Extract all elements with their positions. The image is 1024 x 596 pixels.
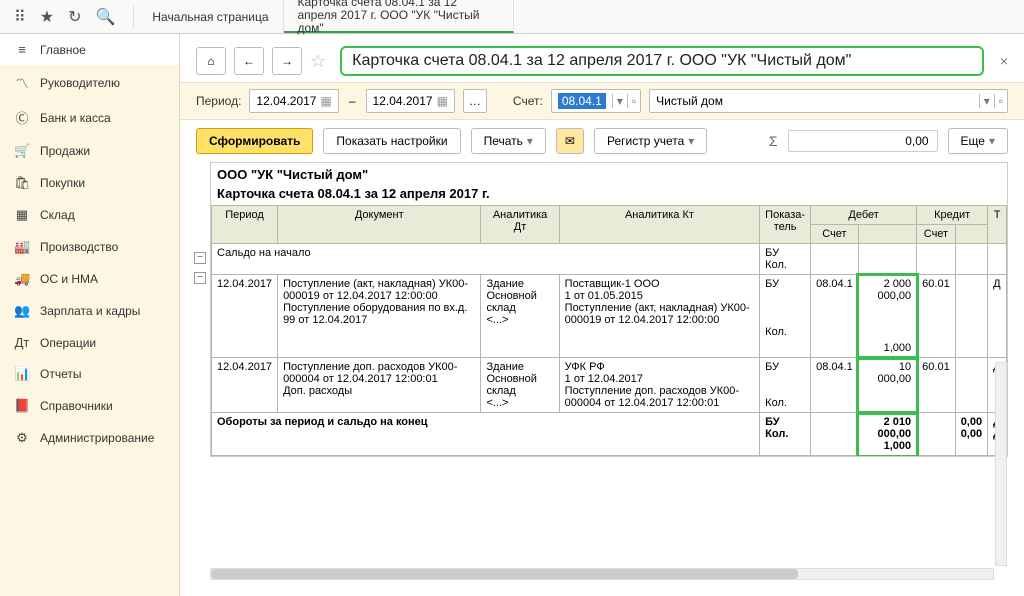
tab-label: Начальная страница [152, 10, 268, 24]
more-button[interactable]: Еще▾ [948, 128, 1008, 154]
bag-icon: 🛍 [14, 175, 30, 191]
report-org: ООО "УК "Чистый дом" [211, 163, 1007, 186]
date-to-field[interactable]: 12.04.2017▦ [366, 89, 455, 113]
back-button[interactable]: ← [234, 47, 264, 75]
col-debit: Дебет [811, 206, 917, 225]
chevron-down-icon: ▾ [989, 134, 995, 148]
account-name-select[interactable]: Чистый дом▾▫ [649, 89, 1008, 113]
star-icon[interactable]: ★ [40, 7, 54, 27]
home-button[interactable]: ⌂ [196, 47, 226, 75]
sidebar-item-payroll[interactable]: 👥 Зарплата и кадры [0, 295, 179, 327]
chevron-down-icon: ▾ [527, 134, 533, 148]
scrollbar-horizontal[interactable] [210, 568, 994, 580]
sidebar-item-label: Руководителю [40, 76, 120, 90]
close-button[interactable]: × [1000, 53, 1008, 69]
table-row: 12.04.2017 Поступление (акт, накладная) … [212, 275, 1007, 358]
open-icon[interactable]: ▫ [627, 94, 640, 108]
show-settings-button[interactable]: Показать настройки [323, 128, 460, 154]
sidebar-item-label: Покупки [40, 176, 85, 190]
col-an-kt: Аналитика Кт [559, 206, 760, 244]
sidebar: ≡ Главное 〽 Руководителю Ⓒ Банк и касса 🛒 Пр… [0, 34, 180, 596]
sidebar-item-label: Зарплата и кадры [40, 304, 140, 318]
book-icon: 📕 [14, 398, 30, 414]
open-icon[interactable]: ▫ [994, 94, 1007, 108]
favorite-icon[interactable]: ☆ [310, 51, 326, 72]
date-from-field[interactable]: 12.04.2017▦ [249, 89, 338, 113]
generate-button[interactable]: Сформировать [196, 128, 313, 154]
history-icon[interactable]: ↻ [68, 7, 81, 27]
page-title: Карточка счета 08.04.1 за 12 апреля 2017… [340, 46, 984, 76]
sidebar-item-label: Продажи [40, 144, 90, 158]
apps-icon[interactable]: ⠿ [14, 7, 26, 27]
sidebar-item-warehouse[interactable]: ▦ Склад [0, 199, 179, 231]
sidebar-item-assets[interactable]: 🚚 ОС и НМА [0, 263, 179, 295]
chevron-down-icon[interactable]: ▾ [979, 94, 994, 108]
collapse-icon[interactable]: − [194, 252, 206, 264]
sum-symbol: Σ [769, 133, 778, 149]
sidebar-item-label: Отчеты [40, 367, 81, 381]
sidebar-item-label: Склад [40, 208, 75, 222]
people-icon: 👥 [14, 303, 30, 319]
sidebar-item-label: Главное [40, 43, 86, 57]
report-area: ООО "УК "Чистый дом" Карточка счета 08.0… [210, 162, 1008, 457]
opening-label: Сальдо на начало [212, 244, 760, 275]
tab-home[interactable]: Начальная страница [138, 0, 283, 33]
sidebar-item-sales[interactable]: 🛒 Продажи [0, 135, 179, 167]
sidebar-item-production[interactable]: 🏭 Производство [0, 231, 179, 263]
print-button[interactable]: Печать▾ [471, 128, 546, 154]
report-title: Карточка счета 08.04.1 за 12 апреля 2017… [211, 186, 1007, 205]
forward-button[interactable]: → [272, 47, 302, 75]
coin-icon: Ⓒ [14, 108, 30, 127]
truck-icon: 🚚 [14, 271, 30, 287]
col-t: Т [988, 206, 1007, 244]
table-row: 12.04.2017 Поступление доп. расходов УК0… [212, 358, 1007, 413]
period-label: Период: [196, 94, 241, 108]
gear-icon: ⚙ [14, 430, 30, 446]
sum-value: 0,00 [788, 130, 938, 152]
sidebar-item-main[interactable]: ≡ Главное [0, 34, 179, 65]
sidebar-item-operations[interactable]: Дт Операции [0, 327, 179, 358]
col-credit: Кредит [917, 206, 988, 225]
sidebar-item-bank[interactable]: Ⓒ Банк и касса [0, 100, 179, 135]
col-indicator: Показа- тель [760, 206, 811, 244]
sidebar-item-label: Производство [40, 240, 118, 254]
col-an-dt: Аналитика Дт [481, 206, 559, 244]
tab-report[interactable]: Карточка счета 08.04.1 за 12 апреля 2017… [284, 0, 514, 33]
sidebar-item-purchases[interactable]: 🛍 Покупки [0, 167, 179, 199]
mail-button[interactable]: ✉ [556, 128, 584, 154]
sidebar-item-label: Администрирование [40, 431, 154, 445]
scrollbar-thumb[interactable] [211, 569, 798, 579]
account-label: Счет: [513, 94, 543, 108]
col-doc: Документ [278, 206, 481, 244]
sidebar-item-label: Операции [40, 336, 96, 350]
sidebar-item-reports[interactable]: 📊 Отчеты [0, 358, 179, 390]
account-select[interactable]: 08.04.1▾▫ [551, 89, 641, 113]
sidebar-item-label: Справочники [40, 399, 113, 413]
sidebar-item-label: ОС и НМА [40, 272, 98, 286]
calendar-icon[interactable]: ▦ [320, 94, 331, 108]
sidebar-item-label: Банк и касса [40, 111, 111, 125]
sidebar-item-refs[interactable]: 📕 Справочники [0, 390, 179, 422]
register-button[interactable]: Регистр учета▾ [594, 128, 707, 154]
chevron-down-icon[interactable]: ▾ [612, 94, 627, 108]
factory-icon: 🏭 [14, 239, 30, 255]
totals-label: Обороты за период и сальдо на конец [212, 413, 760, 456]
tab-label: Карточка счета 08.04.1 за 12 апреля 2017… [298, 0, 499, 35]
search-icon[interactable]: 🔍 [95, 7, 115, 27]
collapse-icon[interactable]: − [194, 272, 206, 284]
sidebar-item-manager[interactable]: 〽 Руководителю [0, 65, 179, 100]
sidebar-item-admin[interactable]: ⚙ Администрирование [0, 422, 179, 454]
col-period: Период [212, 206, 278, 244]
scrollbar-vertical[interactable] [995, 362, 1007, 566]
calendar-icon[interactable]: ▦ [437, 94, 448, 108]
grid-icon: ▦ [14, 207, 30, 223]
cart-icon: 🛒 [14, 143, 30, 159]
menu-icon: ≡ [14, 42, 30, 57]
chevron-down-icon: ▾ [688, 134, 694, 148]
chart-icon: 〽 [14, 73, 30, 92]
report-icon: 📊 [14, 366, 30, 382]
period-picker-button[interactable]: … [463, 89, 487, 113]
dt-icon: Дт [14, 335, 30, 350]
